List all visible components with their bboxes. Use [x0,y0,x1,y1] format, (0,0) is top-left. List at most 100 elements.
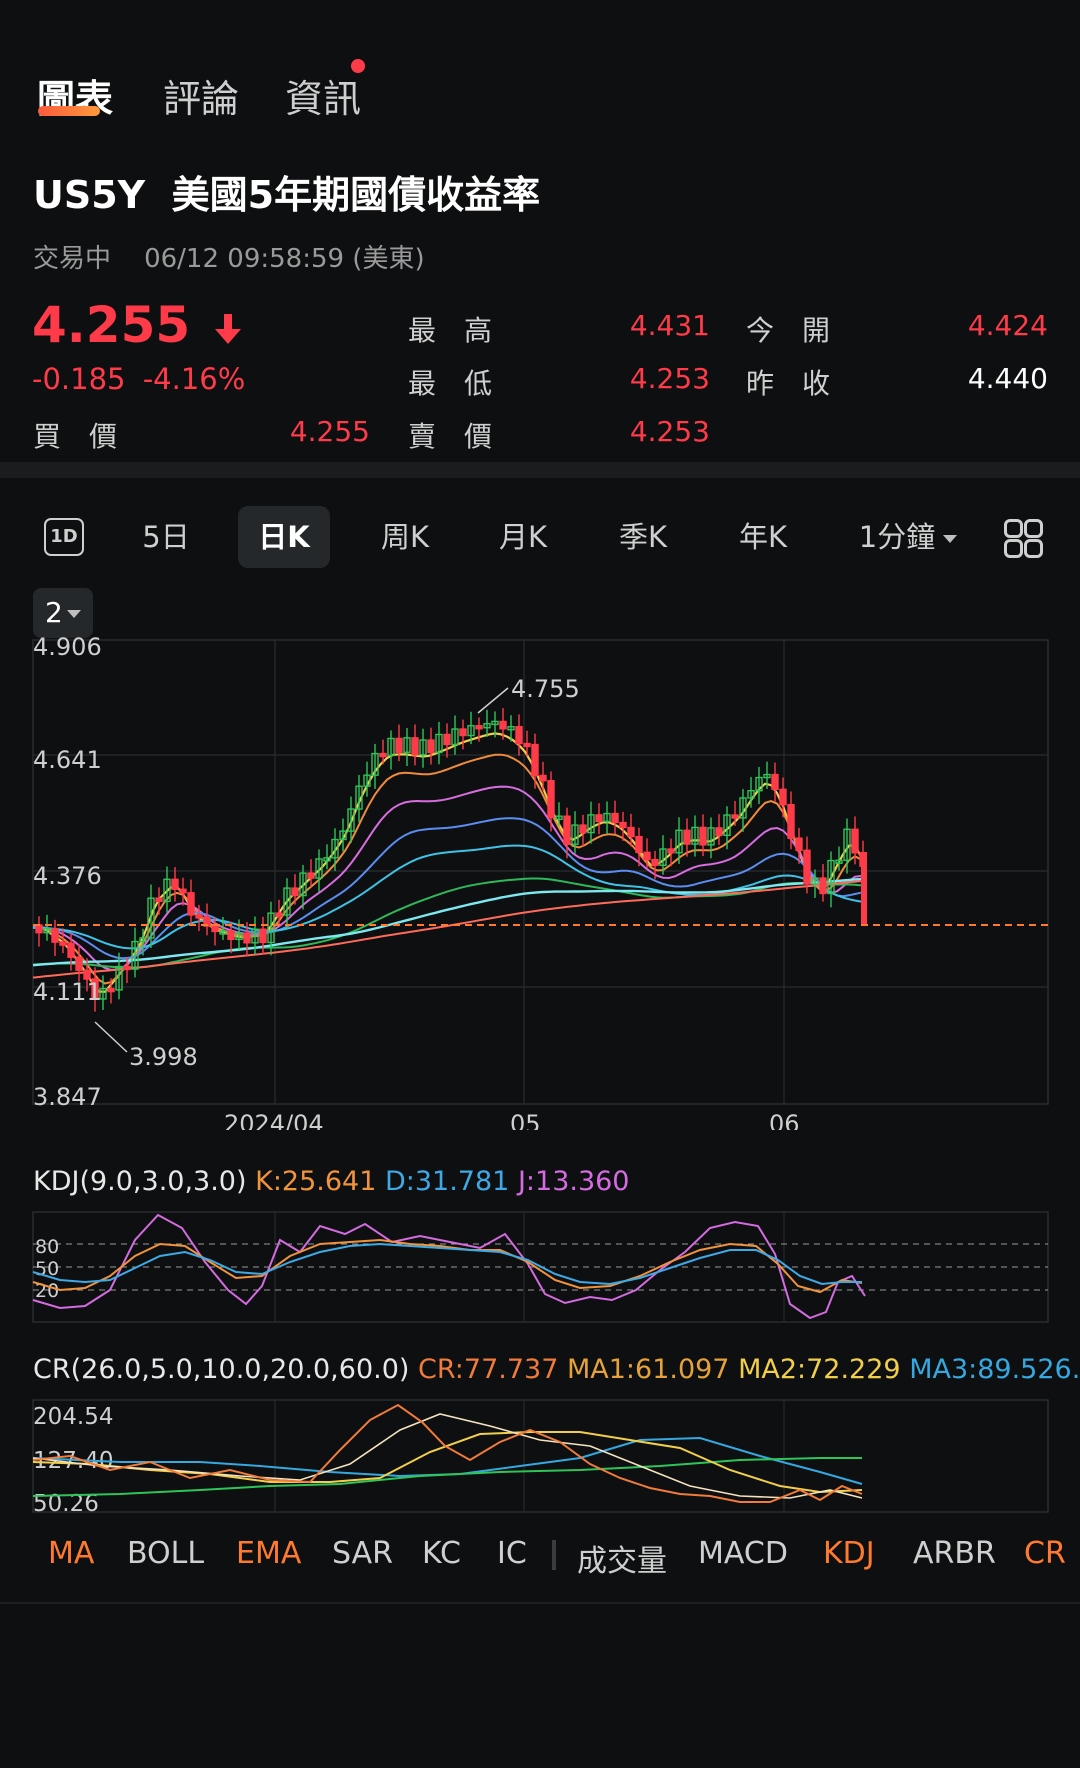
cr-line [32,1403,863,1503]
candle-body [107,987,115,993]
period-yearly-button[interactable]: 年K [720,506,806,568]
kdj-d-value: D:31.781 [384,1166,510,1197]
candle-body [379,752,387,758]
tab-comments[interactable]: 評論 [163,68,239,123]
candle-body [275,912,283,917]
indicator-tab-ic[interactable]: IC [497,1536,527,1571]
candle-body [635,835,643,854]
candle-body [427,739,435,754]
low-value: 4.253 [629,362,710,395]
candle-body [851,828,859,854]
ask-value: 4.253 [629,415,710,448]
high-label: 最 高 [408,314,493,347]
change-percent: -4.16% [142,362,246,396]
chart-count-value: 2 [45,596,63,629]
indicator-tab-cr[interactable]: CR [1024,1536,1066,1571]
candle-body [179,888,187,894]
x-axis-tick: 2024/04 [224,1110,324,1130]
arrow-down-icon [214,313,241,344]
indicator-tab-kdj[interactable]: KDJ [823,1536,875,1571]
kdj-chart[interactable]: 80 50 20 [0,1205,1080,1325]
candle-body [667,848,675,854]
bid-value: 4.255 [289,415,370,448]
status-text: 交易中 [33,244,112,274]
cr-value: CR:77.737 [418,1354,559,1385]
candle-body [715,827,723,837]
period-weekly-button[interactable]: 周K [362,506,448,568]
chevron-down-icon [943,535,958,543]
y-axis-tick: 4.641 [33,746,102,774]
period-minute-dropdown[interactable]: 1分鐘 [846,506,970,568]
low-label: 最 低 [408,367,493,400]
bottom-divider [0,1602,1080,1604]
candle-body [523,742,531,748]
min-marker-line [94,1021,128,1053]
moving-average-lines [32,732,862,993]
candle-body [643,851,651,861]
cr-title: CR(26.0,5.0,10.0,20.0,60.0) CR:77.737 MA… [33,1354,1080,1385]
candle-body [795,837,803,852]
candle-body [651,858,659,866]
candle-body [395,737,403,753]
layout-grid-icon[interactable] [1004,519,1043,558]
candle-body [861,852,867,925]
period-daily-button[interactable]: 日K [238,506,330,568]
notification-dot [351,59,365,73]
cr-ma1-value: MA1:61.097 [566,1354,730,1385]
candle-body [547,780,555,819]
max-label: 4.755 [511,675,580,703]
tab-active-indicator [38,106,100,116]
indicator-tab-ma[interactable]: MA [48,1536,94,1571]
indicator-tab-macd[interactable]: MACD [698,1536,788,1571]
chevron-down-icon [66,610,81,618]
candle-body [67,942,75,958]
indicator-tabs: MA BOLL EMA SAR KC IC 成交量 MACD KDJ ARBR … [0,1536,1080,1579]
prev-close-value: 4.440 [967,362,1048,395]
cr-chart[interactable]: 204.54 127.40 50.26 [0,1395,1080,1515]
last-price: 4.255 [32,296,242,354]
candle-body [123,965,131,971]
candle-body [195,914,203,919]
trading-status: 交易中 06/12 09:58:59 (美東) [33,238,425,275]
chart-grid [32,639,1049,1105]
indicator-tab-boll[interactable]: BOLL [127,1536,204,1571]
kdj-k-value: K:25.641 [255,1166,377,1197]
candle-body [291,887,299,897]
indicator-tab-arbr[interactable]: ARBR [913,1536,996,1571]
candle-body [515,726,523,745]
kdj-title: KDJ(9.0,3.0,3.0) K:25.641 D:31.781 J:13.… [33,1166,630,1197]
period-quarterly-button[interactable]: 季K [600,506,686,568]
candle-body [75,956,83,971]
candle-body [611,812,619,824]
y-axis-tick: 4.376 [33,862,102,890]
candle-body [779,788,787,806]
cr-y-tick: 204.54 [33,1404,113,1430]
price-chart[interactable]: 4.906 4.641 4.376 4.111 3.847 2024/04 05 06 4.7… [0,630,1080,1130]
chart-frame [32,639,1049,1105]
period-5d-button[interactable]: 5日 [126,506,206,568]
candle-body [411,737,419,756]
candle-body [803,849,811,885]
tab-news[interactable]: 資訊 [285,68,361,123]
period-monthly-button[interactable]: 月K [480,506,566,568]
timestamp: 06/12 09:58:59 (美東) [144,244,425,274]
bid-label: 買 價 [33,420,118,453]
indicator-tab-volume[interactable]: 成交量 [577,1536,667,1580]
indicator-tab-kc[interactable]: KC [422,1536,461,1571]
period-1d-button[interactable]: 1D [44,518,84,556]
y-axis-tick: 4.111 [33,978,102,1006]
tab-divider [552,1540,556,1570]
y-axis-tick: 4.906 [33,633,102,661]
section-divider [0,462,1080,478]
indicator-tab-ema[interactable]: EMA [236,1536,301,1571]
candle-body [579,824,587,834]
candle-body [563,815,571,845]
indicator-tab-sar[interactable]: SAR [332,1536,393,1571]
cr-ma3-value: MA3:89.526... [909,1354,1080,1385]
x-axis-tick: 05 [510,1110,541,1130]
price-change: -0.185 -4.16% [32,362,245,396]
kdj-d-line [32,1242,862,1286]
ma-line [32,844,862,950]
cr-frame [32,1399,1049,1513]
candle-body [619,821,627,829]
